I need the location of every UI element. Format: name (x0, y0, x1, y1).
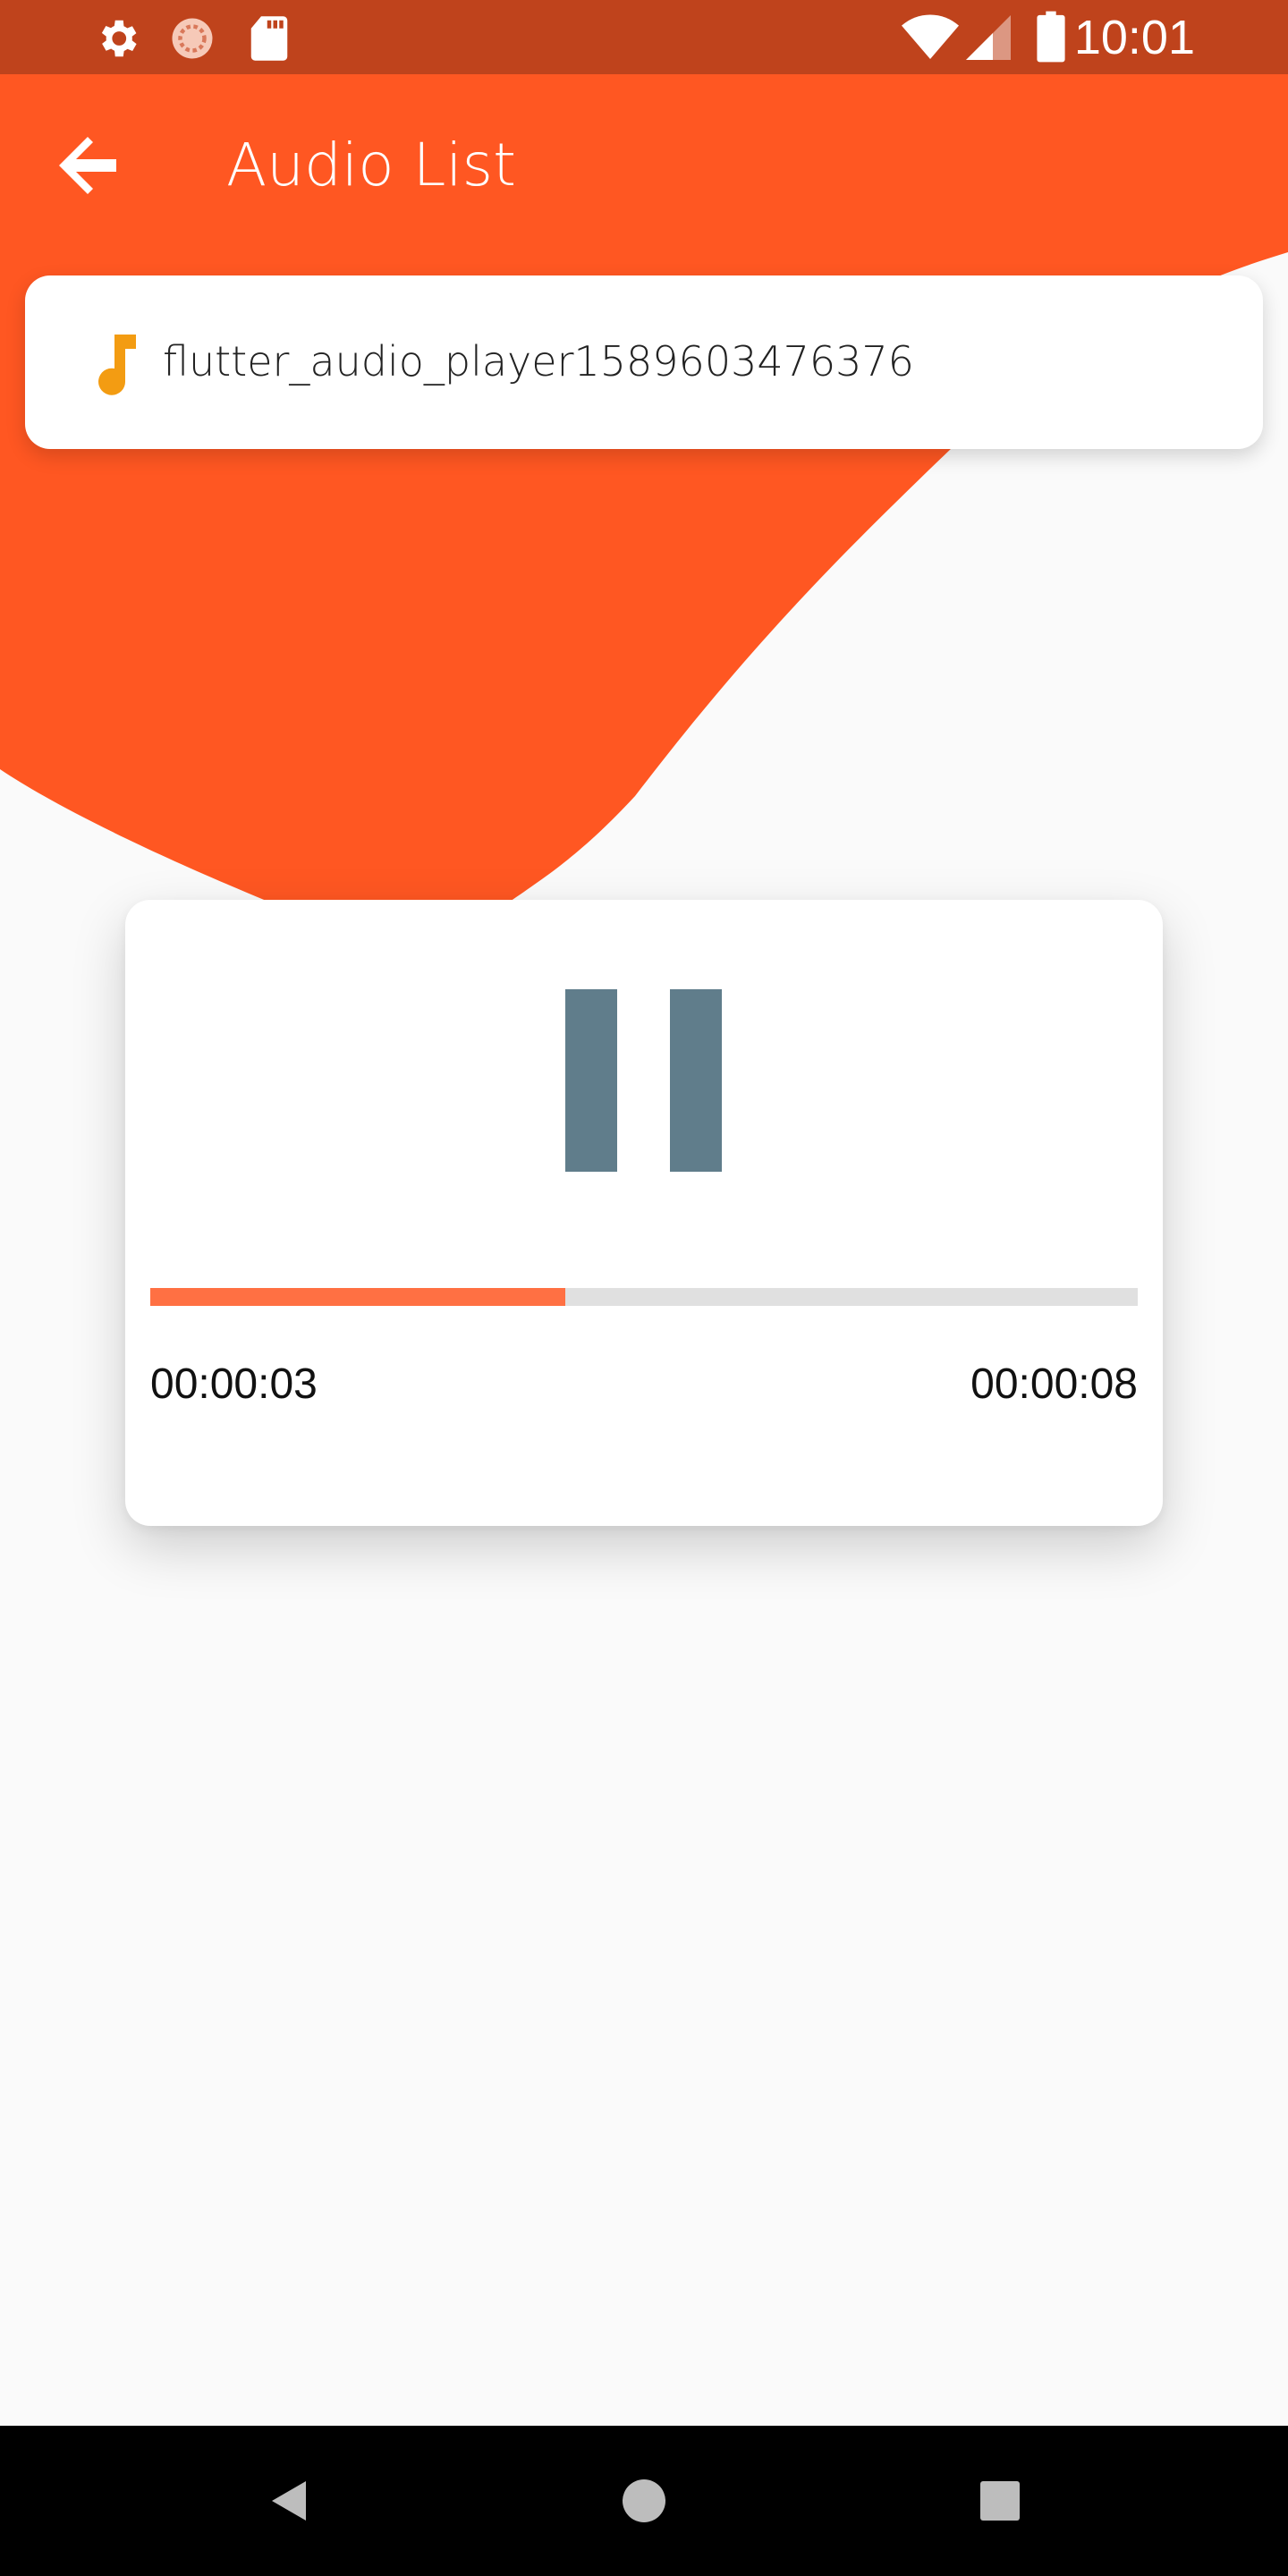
player-card: 00:00:03 00:00:08 (125, 900, 1163, 1526)
arrow-back-icon (59, 137, 116, 194)
home-circle-icon[interactable] (608, 2465, 680, 2537)
sync-icon (172, 18, 213, 59)
settings-icon (101, 20, 137, 57)
status-bar: 10:01 (0, 0, 1288, 74)
recents-square-icon[interactable] (964, 2465, 1036, 2537)
audio-file-name: flutter_audio_player1589603476376 (163, 337, 914, 386)
wifi-icon (902, 14, 959, 59)
battery-icon (1037, 11, 1065, 63)
list-item[interactable]: flutter_audio_player1589603476376 (25, 275, 1263, 449)
back-button[interactable] (36, 116, 140, 220)
total-duration: 00:00:08 (970, 1360, 1138, 1408)
status-time: 10:01 (1073, 11, 1195, 64)
page-title: Audio List (226, 131, 516, 199)
pause-button[interactable] (565, 989, 735, 1179)
progress-fill (150, 1288, 565, 1306)
back-triangle-icon[interactable] (252, 2465, 324, 2537)
navigation-bar (0, 2426, 1288, 2576)
elapsed-time: 00:00:03 (150, 1360, 318, 1408)
music-note-icon (98, 335, 136, 395)
header-background-shape (0, 0, 1288, 902)
progress-bar[interactable] (150, 1288, 1138, 1306)
sd-card-icon (250, 16, 288, 61)
signal-icon (966, 15, 1011, 60)
